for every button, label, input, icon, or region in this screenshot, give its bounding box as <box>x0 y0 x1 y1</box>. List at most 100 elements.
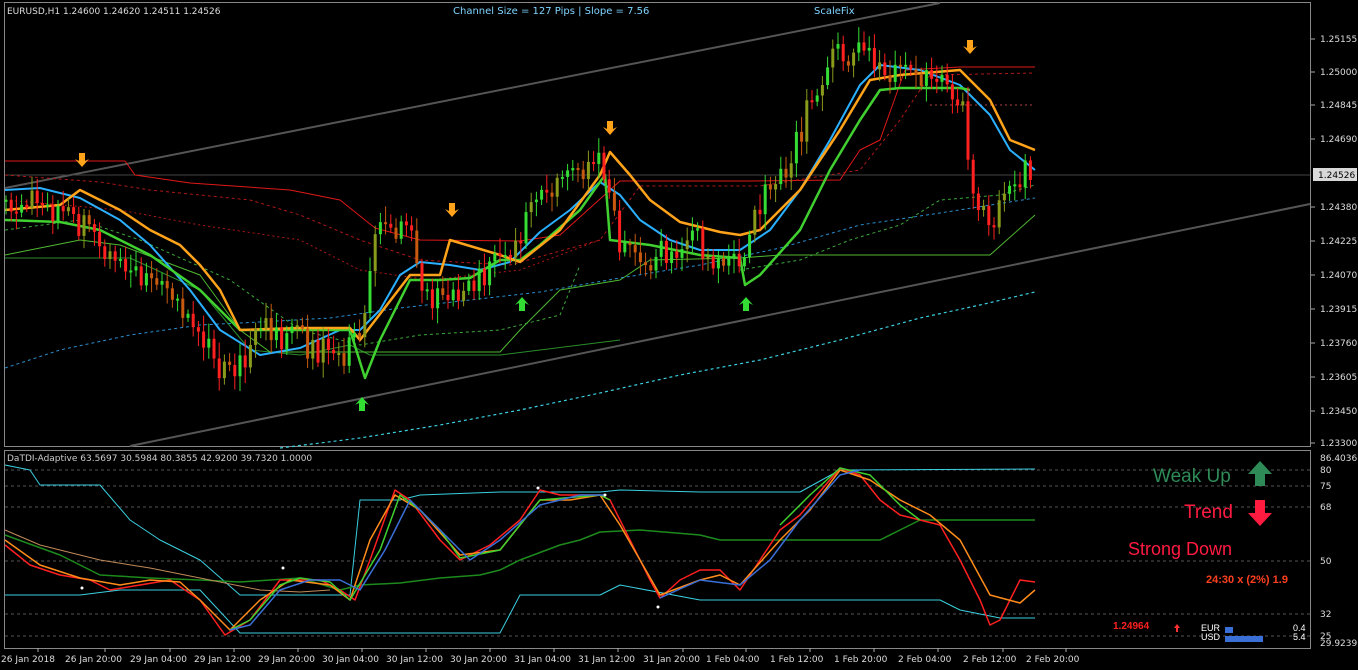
candle-body <box>893 64 897 82</box>
candle-body <box>836 44 840 49</box>
candle-body <box>269 318 273 341</box>
candle-body <box>794 131 798 164</box>
indicator-axis-bottom: 29.9239 <box>1320 639 1357 649</box>
candle-body <box>25 204 29 208</box>
price-tick-label: 1.24845 <box>1320 101 1357 111</box>
candle-body <box>332 349 336 354</box>
candle-body <box>545 189 549 193</box>
candle-body <box>46 204 50 207</box>
candle-body <box>566 170 570 177</box>
candle-body <box>706 256 710 259</box>
candle-body <box>363 313 367 338</box>
candle-body <box>477 268 481 292</box>
candle-body <box>680 249 684 258</box>
candle-body <box>1008 185 1012 194</box>
candle-body <box>72 207 76 215</box>
indicator-axis: 86.403680756850322529.9239 <box>1320 454 1357 649</box>
candle-body <box>888 75 892 82</box>
candle-body <box>508 254 512 258</box>
candle-body <box>399 221 403 239</box>
candle-body <box>415 230 419 264</box>
price-tick-label: 1.23450 <box>1320 407 1357 417</box>
price-tick-label: 1.23760 <box>1320 339 1357 349</box>
candle-body <box>774 184 778 190</box>
eur-strength-bar <box>1225 627 1233 633</box>
signal-dot <box>80 586 84 590</box>
candle-body <box>670 251 674 263</box>
candle-body <box>935 78 939 82</box>
candle-body <box>753 209 757 235</box>
candle-body <box>352 333 356 338</box>
scalefix-label[interactable]: ScaleFix <box>814 6 855 17</box>
candle-body <box>737 253 741 267</box>
time-label: 31 Jan 12:00 <box>578 655 635 665</box>
candle-body <box>456 289 460 301</box>
candle-body <box>384 222 388 225</box>
candle-body <box>321 338 325 363</box>
candle-body <box>623 243 627 253</box>
candle-body <box>40 202 44 206</box>
candle-body <box>103 246 107 260</box>
candle-body <box>202 331 206 348</box>
price-axis: 1.25155 1.25000 1.24845 1.24690 1.24380 1.242… <box>1311 35 1357 449</box>
symbol-info: EURUSD,H1 1.24600 1.24620 1.24511 1.2452… <box>7 7 221 17</box>
candle-body <box>217 358 221 379</box>
time-label: 29 Jan 12:00 <box>194 655 251 665</box>
channel-info: Channel Size = 127 Pips | Slope = 7.56 <box>453 6 649 17</box>
candle-body <box>607 179 611 193</box>
candle-body <box>862 42 866 51</box>
candle-body <box>134 266 138 271</box>
indicator-axis-label: 75 <box>1320 482 1331 492</box>
candle-body <box>441 288 445 295</box>
candle-body <box>997 200 1001 228</box>
candle-body <box>519 240 523 244</box>
candle-body <box>987 205 991 226</box>
candle-body <box>410 225 414 231</box>
price-tick-label: 1.23605 <box>1320 373 1357 383</box>
candle-body <box>514 240 518 258</box>
candle-body <box>716 258 720 269</box>
candle-body <box>649 265 653 271</box>
candle-body <box>628 243 632 246</box>
candle-body <box>768 184 772 190</box>
candle-body <box>722 258 726 266</box>
candle-body <box>924 70 928 86</box>
candle-body <box>976 193 980 211</box>
candle-body <box>155 278 159 285</box>
candle-body <box>524 212 528 244</box>
candle-body <box>560 176 564 179</box>
candle-body <box>326 338 330 350</box>
candle-body <box>659 240 663 257</box>
candle-body <box>550 192 554 197</box>
candle-body <box>170 288 174 300</box>
candle-body <box>748 234 752 258</box>
candle-body <box>56 206 60 222</box>
time-label: 29 Jan 04:00 <box>130 655 187 665</box>
candle-body <box>430 289 434 309</box>
candle-body <box>462 290 466 301</box>
candle-body <box>534 199 538 203</box>
price-label: 1.24964 <box>1113 621 1150 632</box>
candle-body <box>342 353 346 366</box>
trading-chart[interactable]: EURUSD,H1 1.24600 1.24620 1.24511 1.2452… <box>0 0 1358 670</box>
time-label: 26 Jan 20:00 <box>65 655 122 665</box>
price-tick-label: 1.23915 <box>1320 305 1357 315</box>
candle-body <box>805 100 809 142</box>
time-label: 29 Jan 20:00 <box>258 655 315 665</box>
candle-body <box>488 261 492 286</box>
candle-body <box>883 62 887 76</box>
candle-body <box>14 211 18 214</box>
candle-body <box>248 344 252 368</box>
candle-body <box>779 168 783 185</box>
price-tick-label: 1.25155 <box>1320 35 1357 45</box>
candle-body <box>956 99 960 106</box>
candle-body <box>898 64 902 67</box>
candle-body <box>789 163 793 178</box>
candle-body <box>186 313 190 318</box>
candle-body <box>92 224 96 232</box>
candle-body <box>274 327 278 341</box>
candle-body <box>20 204 24 213</box>
candle-body <box>264 318 268 329</box>
candle-body <box>950 84 954 100</box>
candle-body <box>4 199 8 202</box>
